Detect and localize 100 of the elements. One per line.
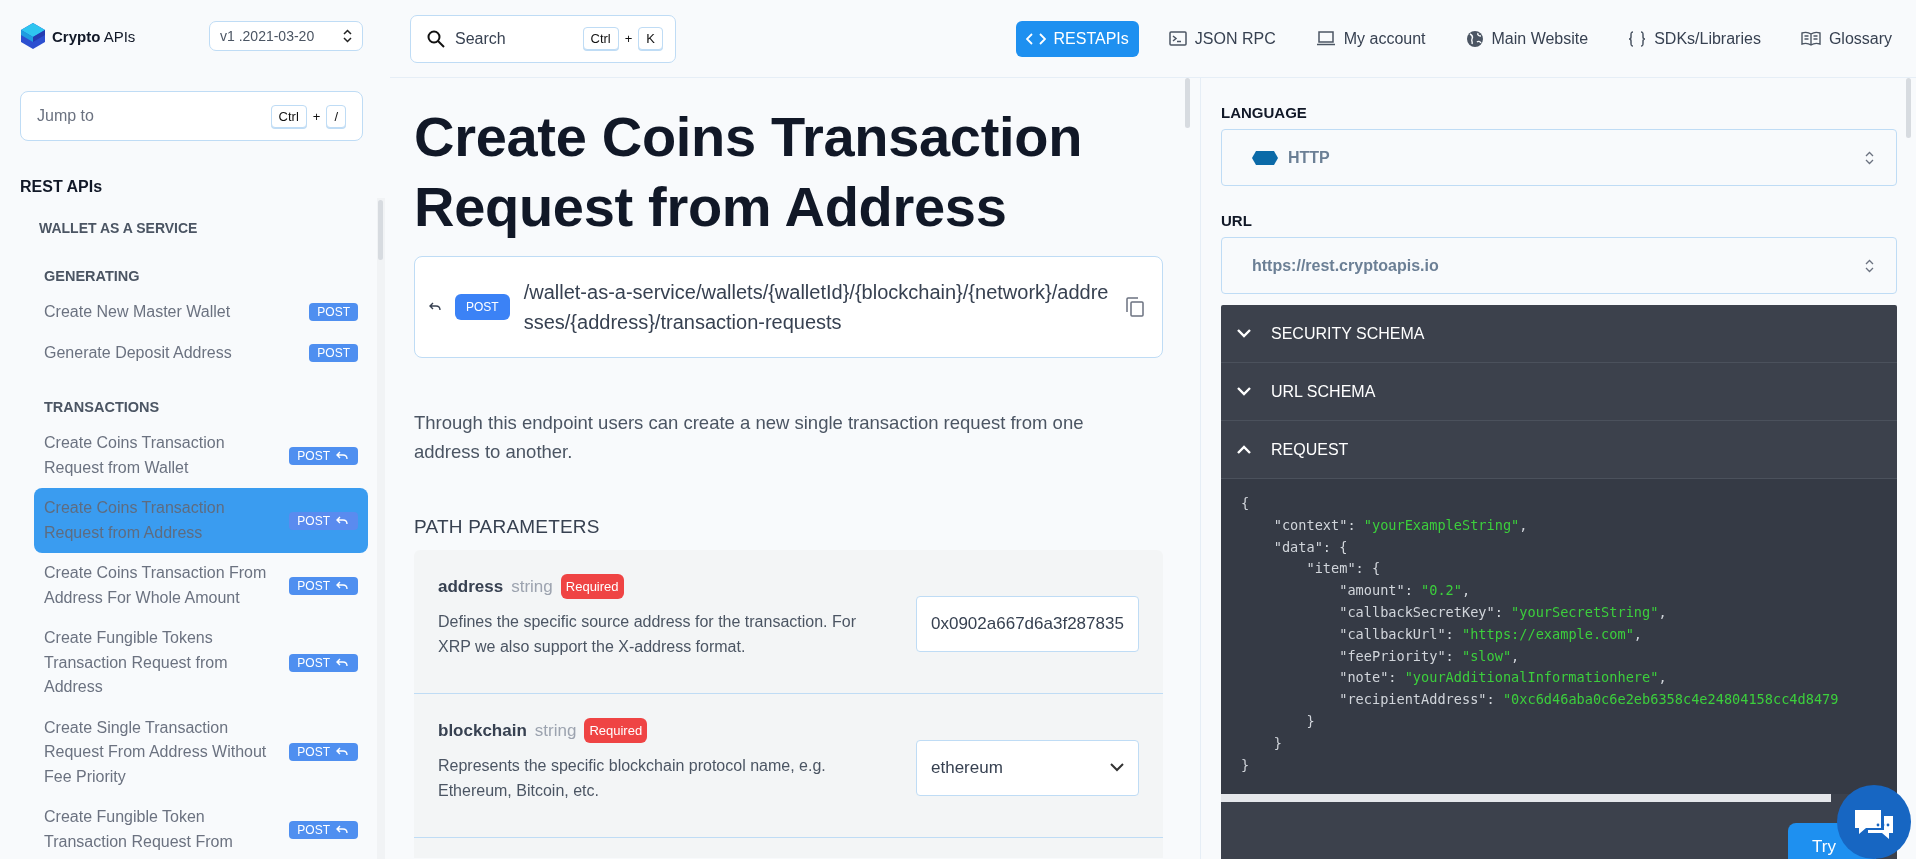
search-field[interactable]: Search Ctrl + K (410, 14, 676, 63)
sort-arrows-icon (1865, 150, 1874, 165)
nav-tab[interactable]: Glossary (1790, 20, 1902, 57)
code-line: "item": { (1305, 559, 1382, 579)
code-line: "data": { (1272, 537, 1349, 557)
method-badge: POST (309, 303, 358, 322)
chevron-down-icon (1237, 329, 1251, 338)
method-badge: POST (309, 343, 358, 362)
address-input-field[interactable]: 0x0902a667d6a3f287835 (916, 595, 1139, 652)
param-description: Defines the specific source address for the transaction. For XRP we also support the X-address format. (438, 612, 857, 657)
subgroup-heading[interactable]: GENERATING (44, 262, 390, 290)
braces-icon (1628, 30, 1647, 47)
keyboard-key: Ctrl (270, 104, 307, 128)
code-icon (1025, 31, 1046, 46)
scrollbar-thumb[interactable] (1185, 78, 1190, 128)
item-label: Generate Deposit Address (44, 342, 232, 363)
terminal-icon (1168, 31, 1187, 46)
http-badge-icon (1252, 150, 1278, 165)
subgroup-heading[interactable]: TRANSACTIONS (44, 393, 390, 421)
field-label: URL (1221, 212, 1253, 229)
chevron-up-icon (1237, 445, 1251, 454)
return-arrow-icon (336, 657, 348, 668)
url-select[interactable]: https://rest.cryptoapis.io (1221, 237, 1897, 294)
cube-logo-icon (20, 22, 46, 50)
item-label: Create Fungible Token Transaction Request From (44, 807, 234, 852)
endpoint-description: Through this endpoint users can create a new single transaction request from one address to another. (414, 411, 1085, 464)
param-type: string (511, 576, 553, 597)
blockchain-select[interactable]: ethereum (916, 739, 1139, 796)
horizontal-scrollbar[interactable] (1221, 794, 1831, 803)
section-heading: REST APIs (20, 178, 104, 196)
return-arrow-icon (336, 450, 348, 461)
sort-arrows-icon (343, 29, 352, 43)
return-arrow-icon (336, 580, 348, 591)
method-badge: POST (289, 446, 358, 465)
code-line: } (1241, 755, 1251, 775)
sort-arrows-icon (1865, 258, 1874, 273)
book-icon (1800, 31, 1821, 46)
callback-arrow-icon (429, 302, 441, 312)
required-badge: Required (560, 574, 624, 599)
sidebar-item[interactable]: Create Fungible Token Transaction Request From POST (34, 797, 368, 859)
nav-tab[interactable]: JSON RPC (1158, 20, 1286, 57)
sidebar-item[interactable]: Create Single Transaction Request From Address Without Fee Priority POST (34, 707, 368, 797)
sidebar-item[interactable]: Create Coins Transaction From Address For Whole Amount POST (34, 553, 368, 618)
chat-button-icon[interactable] (1836, 784, 1912, 859)
param-type: string (534, 720, 577, 741)
keyboard-key: / (326, 104, 346, 128)
required-badge: Required (584, 718, 648, 743)
code-line: } (1272, 733, 1283, 753)
code-line: "callbackUrl": "https://example.com", (1338, 624, 1644, 644)
keyboard-key: K (638, 27, 663, 50)
scrollbar-thumb[interactable] (1906, 78, 1911, 138)
code-line: } (1305, 711, 1316, 731)
method-badge: POST (455, 294, 510, 320)
sidebar-item[interactable]: Create Coins Transaction Request from Wallet POST (34, 423, 368, 488)
method-badge: POST (289, 653, 358, 672)
jump-to-field[interactable]: Jump to Ctrl + / (20, 91, 363, 141)
sidebar-item[interactable]: Create Fungible Tokens Transaction Request from Address POST (34, 618, 368, 708)
language-select[interactable]: HTTP (1221, 129, 1897, 186)
method-badge: POST (289, 511, 358, 530)
nav-tab[interactable]: My account (1305, 20, 1436, 57)
code-line: "callbackSecretKey": "yourSecretString", (1338, 603, 1668, 622)
laptop-icon (1315, 31, 1336, 46)
code-line: "note": "yourAdditionalInformationhere", (1338, 668, 1668, 688)
accordion-header[interactable]: URL SCHEMA (1221, 363, 1897, 421)
plus-sign: + (312, 108, 321, 124)
nav-tab[interactable]: SDKs/Libraries (1618, 20, 1771, 57)
code-line: "amount": "0.2", (1338, 581, 1472, 601)
keyboard-key: Ctrl (582, 27, 619, 50)
item-label: Create Coins Transaction From Address For Whole Amount (44, 563, 268, 608)
accordion-header[interactable]: SECURITY SCHEMA (1221, 305, 1897, 363)
group-heading[interactable]: WALLET AS A SERVICE (39, 214, 390, 242)
copy-icon[interactable] (1126, 297, 1144, 317)
sidebar-item[interactable]: Generate Deposit Address POST (34, 332, 368, 373)
sidebar-item[interactable]: Create New Master Wallet POST (34, 292, 368, 333)
code-line: "context": "yourExampleString", (1272, 515, 1529, 535)
version-select[interactable]: v1 .2021-03-20 (209, 21, 363, 51)
param-name: blockchain (438, 720, 527, 741)
globe-icon (1465, 29, 1484, 48)
chevron-down-icon (1110, 763, 1124, 772)
return-arrow-icon (336, 824, 348, 835)
field-label: LANGUAGE (1221, 104, 1308, 121)
param-description: Represents the specific blockchain protocol name, e.g. Ethereum, Bitcoin, etc. (438, 756, 827, 801)
code-line: "recipientAddress": "0xc6d46aba0c6e2eb6358c4e24804158cc4d8479 (1338, 690, 1840, 710)
scrollbar-thumb[interactable] (378, 200, 383, 260)
item-label: Create Single Transaction Request From Address Without Fee Priority (44, 717, 268, 787)
method-badge: POST (289, 820, 358, 839)
item-label: Create Coins Transaction Request from Wallet (44, 433, 226, 478)
item-label: Create Coins Transaction Request from Address (44, 498, 226, 543)
code-line: "feePriority": "slow", (1338, 646, 1521, 666)
item-label: Create Fungible Tokens Transaction Request from Address (44, 628, 229, 697)
page-title: Create Coins Transaction Request from Address (414, 104, 1084, 240)
logo-text: Crypto APIs (52, 27, 136, 45)
search-icon (427, 29, 445, 48)
method-badge: POST (289, 743, 358, 762)
nav-tab[interactable]: Main Website (1455, 20, 1599, 57)
section-heading: PATH PARAMETERS (414, 516, 601, 538)
return-arrow-icon (336, 747, 348, 758)
code-line: { (1241, 494, 1251, 513)
chevron-down-icon (1237, 387, 1251, 396)
return-arrow-icon (336, 515, 348, 526)
